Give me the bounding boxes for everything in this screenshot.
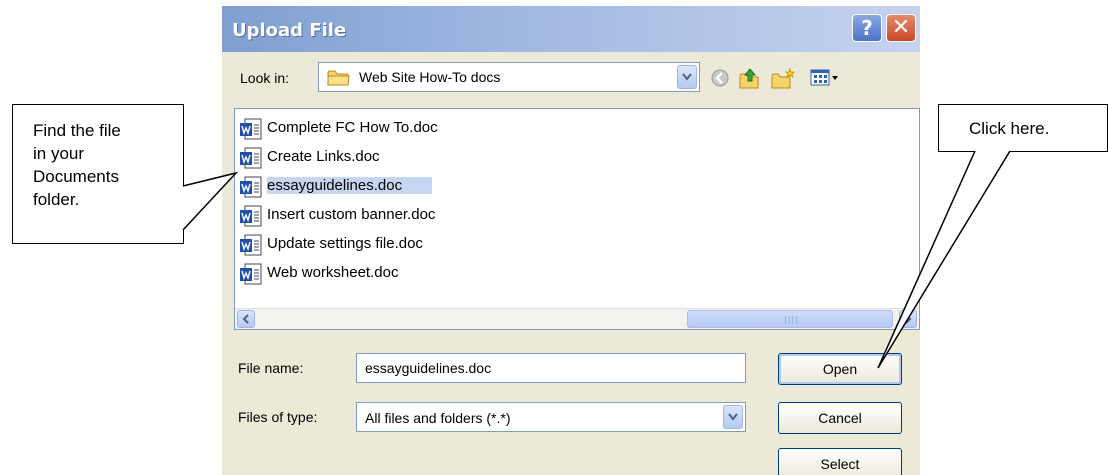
callout-pointers [182, 150, 1011, 369]
right-callout-pointer [877, 150, 1011, 369]
left-callout-pointer [182, 171, 239, 231]
